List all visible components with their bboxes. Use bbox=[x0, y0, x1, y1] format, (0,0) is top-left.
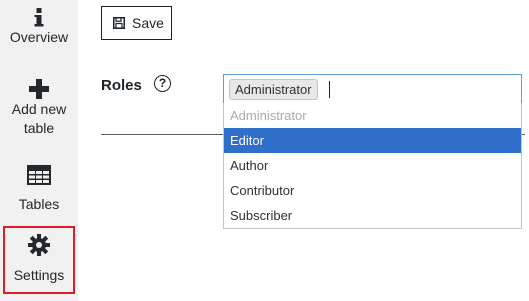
sidebar: Overview Add new table Tables Settings bbox=[0, 0, 78, 301]
role-option-administrator: Administrator bbox=[230, 108, 307, 123]
gear-icon bbox=[28, 234, 50, 256]
info-icon bbox=[34, 8, 44, 27]
roles-select[interactable]: Administrator bbox=[223, 74, 522, 104]
roles-dropdown: Administrator Editor Author Contributor … bbox=[223, 103, 522, 229]
sidebar-item-label: Add new table bbox=[0, 100, 78, 138]
save-button-label: Save bbox=[132, 15, 164, 31]
plus-icon bbox=[29, 79, 49, 99]
role-option-editor[interactable]: Editor bbox=[224, 128, 521, 153]
sidebar-item-settings[interactable]: Settings bbox=[3, 226, 75, 294]
table-icon bbox=[27, 165, 51, 185]
text-cursor bbox=[329, 81, 330, 98]
sidebar-item-label-line: table bbox=[23, 120, 55, 136]
sidebar-item-label-line: Add new bbox=[11, 101, 67, 117]
help-icon[interactable]: ? bbox=[154, 75, 171, 92]
sidebar-item-label: Settings bbox=[13, 267, 65, 283]
sidebar-item-overview[interactable]: Overview bbox=[0, 8, 78, 47]
sidebar-item-label: Overview bbox=[9, 29, 69, 45]
save-button[interactable]: Save bbox=[101, 6, 172, 40]
role-option-contributor[interactable]: Contributor bbox=[224, 178, 521, 203]
role-option-author[interactable]: Author bbox=[224, 153, 521, 178]
floppy-disk-icon bbox=[113, 17, 125, 29]
selected-role-tag[interactable]: Administrator bbox=[229, 79, 318, 100]
sidebar-item-add-new-table[interactable]: Add new table bbox=[0, 78, 78, 138]
sidebar-item-label: Tables bbox=[18, 196, 60, 212]
sidebar-item-tables[interactable]: Tables bbox=[0, 165, 78, 214]
roles-label: Roles bbox=[101, 77, 142, 94]
role-option-subscriber[interactable]: Subscriber bbox=[224, 203, 521, 228]
